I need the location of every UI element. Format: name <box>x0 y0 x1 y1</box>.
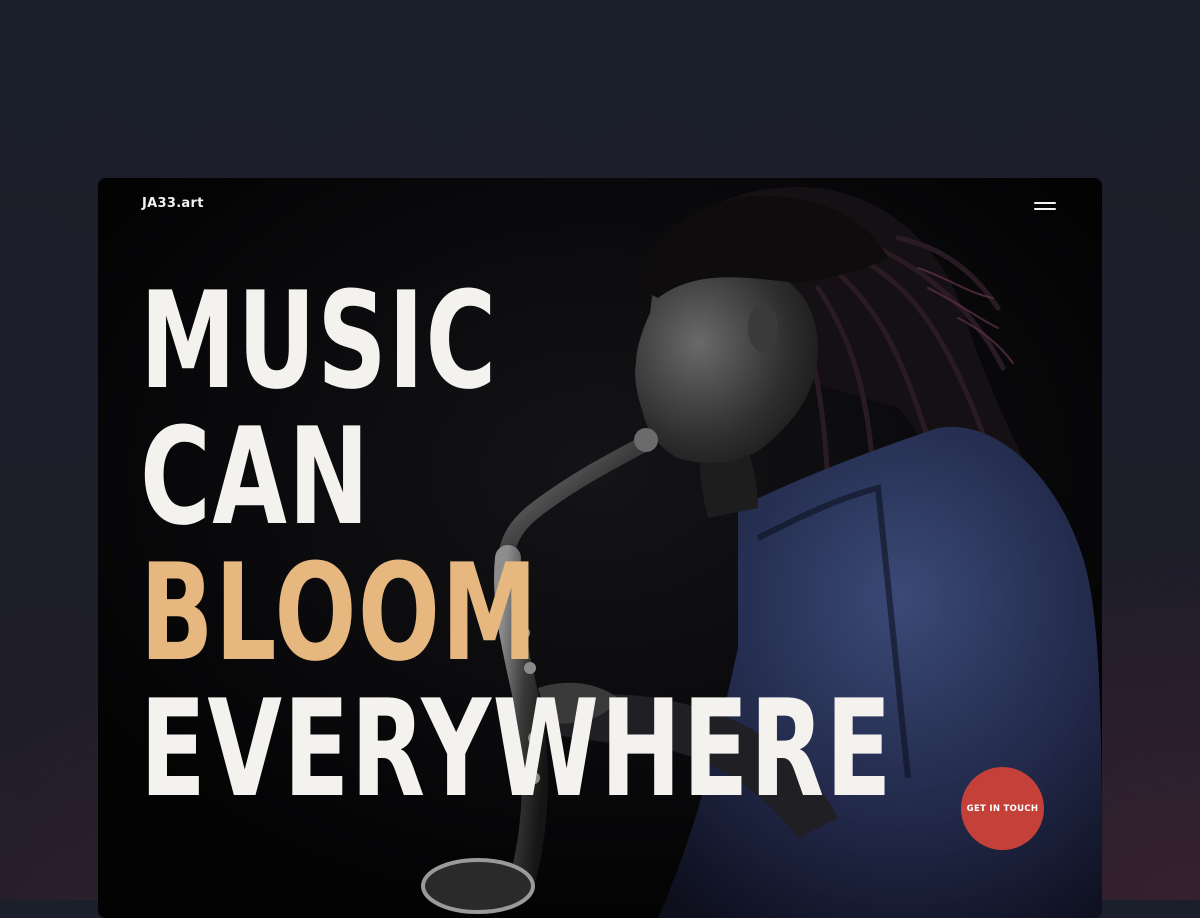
hero-headline: MUSIC CAN BLOOM EVERYWHERE <box>140 273 1102 817</box>
headline-line-2: CAN <box>140 399 371 555</box>
headline-line-3-accent: BLOOM <box>140 535 539 691</box>
headline-line-1: MUSIC <box>140 263 498 419</box>
site-logo[interactable]: JA33.art <box>142 196 204 211</box>
menu-bar-bottom <box>1034 208 1056 210</box>
menu-bar-top <box>1034 202 1056 204</box>
hamburger-menu-icon[interactable] <box>1028 196 1062 216</box>
hero-frame: JA33.art MUSIC CAN BLOOM EVERYWHERE GET … <box>98 178 1102 918</box>
get-in-touch-button[interactable]: GET IN TOUCH <box>961 767 1044 850</box>
headline-line-4: EVERYWHERE <box>140 671 894 827</box>
